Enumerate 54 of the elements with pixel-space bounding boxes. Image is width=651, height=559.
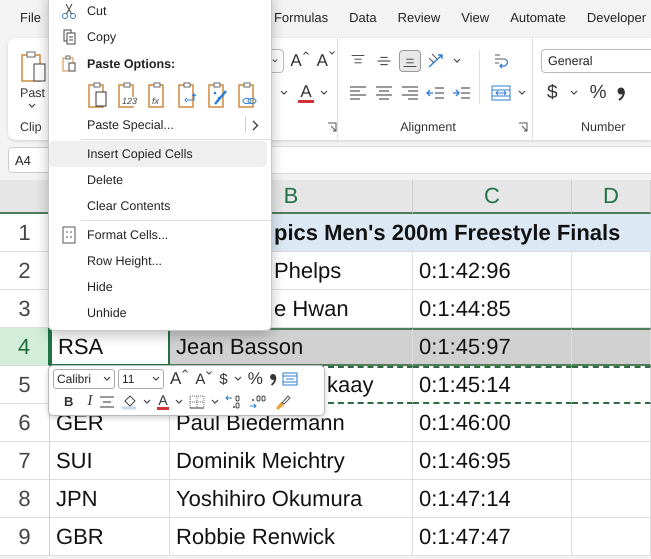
table-cell: 0:1:46:00: [413, 404, 572, 442]
ribbon-tab[interactable]: File: [18, 4, 43, 34]
table-cell: JPN: [50, 480, 170, 518]
ribbon-tab[interactable]: Data: [347, 4, 379, 34]
font-color-button[interactable]: A: [298, 84, 314, 102]
table-cell: GBR: [50, 518, 170, 556]
paste-button[interactable]: Past: [20, 86, 46, 100]
table-cell: 0:1:46:95: [413, 442, 572, 480]
table-cell: Dominik Meichtry: [170, 442, 413, 480]
ribbon-tab[interactable]: View: [459, 4, 492, 34]
table-cell: 0:1:42:96: [413, 252, 572, 290]
table-cell: 0:1:47:14: [413, 480, 572, 518]
currency-button[interactable]: $: [218, 370, 229, 388]
group-label: Number: [581, 120, 626, 134]
percent-button[interactable]: %: [588, 82, 608, 104]
row-header[interactable]: 4: [0, 328, 50, 366]
table-cell: 0:1:45:14: [413, 366, 572, 404]
paste-formulas-button[interactable]: fx: [147, 80, 169, 110]
table-cell: SUI: [50, 442, 170, 480]
table-cell: Jean Basson: [170, 328, 413, 366]
paste-values-button[interactable]: 123: [117, 80, 139, 110]
column-header[interactable]: C: [413, 180, 572, 214]
menu-item[interactable]: Copy: [49, 24, 267, 50]
menu-item[interactable]: Paste Special...: [49, 112, 267, 138]
table-cell: 0:1:45:97: [413, 328, 572, 366]
shrink-font-button[interactable]: A: [314, 51, 337, 71]
table-cell: Yoshihiro Okumura: [170, 480, 413, 518]
font-name-combo[interactable]: Calibri: [53, 369, 115, 390]
grow-font-button[interactable]: A: [288, 51, 311, 71]
font-color-button[interactable]: A: [157, 394, 169, 410]
group-label: Alignment: [399, 120, 457, 134]
ribbon-tab[interactable]: Developer: [584, 4, 648, 34]
grow-font-button[interactable]: A: [169, 369, 190, 390]
table-cell: 0:1:47:47: [413, 518, 572, 556]
menu-heading: Paste Options:: [49, 50, 267, 78]
ribbon-tab[interactable]: Formulas: [272, 4, 330, 34]
table-cell: Robbie Renwick: [170, 518, 413, 556]
row-header[interactable]: 9: [0, 518, 50, 556]
table-cell: RSA: [50, 328, 170, 366]
ribbon-tab[interactable]: Automate: [508, 4, 568, 34]
group-label: Clip: [20, 120, 42, 136]
font-size-combo[interactable]: 11: [118, 369, 164, 390]
row-header[interactable]: 5: [0, 366, 50, 404]
number-format-combo[interactable]: General: [541, 49, 651, 73]
percent-button[interactable]: %: [246, 369, 264, 390]
menu-item[interactable]: Format Cells...: [49, 222, 267, 248]
column-header[interactable]: D: [572, 180, 651, 214]
shrink-font-button[interactable]: A: [194, 370, 214, 388]
menu-item[interactable]: Insert Copied Cells: [49, 141, 267, 167]
currency-button[interactable]: $: [545, 82, 560, 104]
row-header[interactable]: 7: [0, 442, 50, 480]
row-header[interactable]: 8: [0, 480, 50, 518]
menu-item[interactable]: Cut: [49, 0, 267, 24]
ribbon-tab[interactable]: Review: [396, 4, 442, 34]
